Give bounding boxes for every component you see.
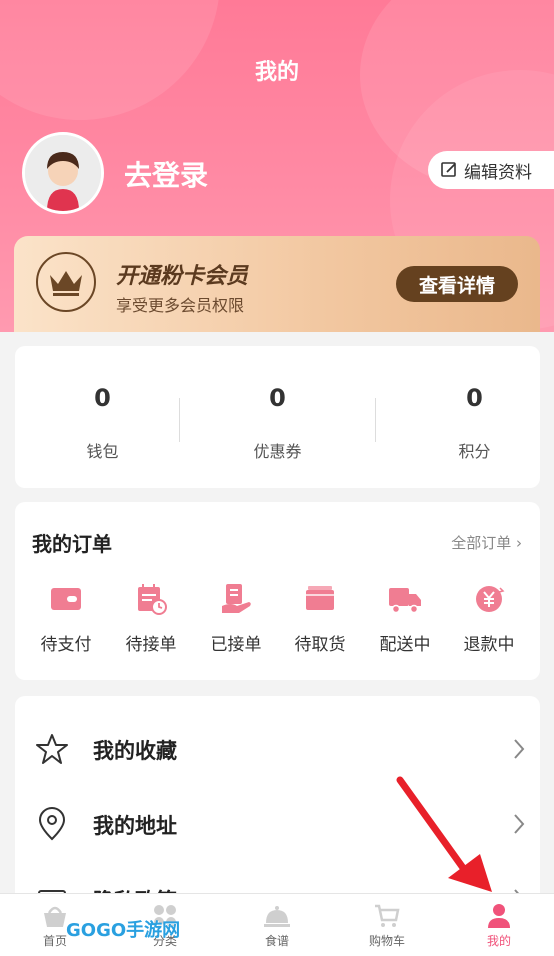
divider — [375, 398, 376, 442]
cloche-icon — [264, 906, 290, 927]
tab-profile[interactable]: 我的 — [444, 894, 554, 956]
order-accepted[interactable]: 已接单 — [194, 582, 278, 655]
order-awaiting-pickup[interactable]: 待取货 — [278, 582, 362, 655]
package-icon — [306, 586, 334, 610]
divider — [179, 398, 180, 442]
menu-label: 我的地址 — [93, 814, 177, 838]
order-refunding[interactable]: 退款中 — [447, 582, 531, 655]
refund-yen-icon — [476, 586, 505, 612]
stat-label: 优惠券 — [253, 442, 302, 461]
order-delivering[interactable]: 配送中 — [363, 582, 447, 655]
order-pending-payment[interactable]: 待支付 — [24, 582, 108, 655]
hand-receipt-icon — [222, 584, 251, 613]
tab-label: 我的 — [486, 934, 511, 948]
truck-icon — [389, 588, 421, 614]
annotation-arrow-icon — [396, 776, 492, 892]
stat-value: 0 — [94, 384, 111, 412]
chevron-right-icon — [514, 739, 525, 759]
crown-icon — [36, 252, 96, 312]
stat-wallet[interactable]: 0 钱包 — [15, 346, 190, 488]
basket-icon — [44, 906, 66, 927]
orders-card: 我的订单 全部订单 › 待支付 待接单 已接单 待取货 配送中 退款中 — [15, 502, 540, 680]
edit-profile-button[interactable]: 编辑资料 — [428, 151, 554, 189]
menu-label: 我的收藏 — [93, 739, 177, 763]
vip-details-button[interactable]: 查看详情 — [396, 266, 518, 302]
profile-header: 我的 去登录 编辑资料 开通粉卡会员 享受更多会员权限 查看详情 — [0, 0, 554, 332]
tab-label: 购物车 — [368, 934, 405, 948]
stats-card: 0 钱包 0 优惠券 0 积分 — [15, 346, 540, 488]
stat-value: 0 — [269, 384, 286, 412]
vip-subtitle: 享受更多会员权限 — [116, 296, 245, 315]
stat-points[interactable]: 0 积分 — [387, 346, 554, 488]
chevron-right-icon — [514, 814, 525, 834]
menu-item-favorites[interactable]: 我的收藏 — [15, 718, 540, 778]
orders-title: 我的订单 — [32, 532, 112, 556]
avatar[interactable] — [22, 132, 104, 214]
order-label: 已接单 — [210, 635, 262, 655]
calendar-clock-icon — [138, 584, 167, 615]
stat-label: 积分 — [458, 442, 491, 461]
star-icon — [36, 734, 68, 764]
order-awaiting-accept[interactable]: 待接单 — [109, 582, 193, 655]
edit-profile-label: 编辑资料 — [464, 162, 532, 183]
stat-value: 0 — [466, 384, 483, 412]
tab-label: 食谱 — [264, 934, 289, 948]
tab-recipes[interactable]: 食谱 — [222, 894, 332, 956]
vip-title: 开通粉卡会员 — [116, 264, 249, 289]
login-link[interactable]: 去登录 — [124, 154, 208, 194]
location-pin-icon — [38, 807, 66, 841]
stat-label: 钱包 — [86, 442, 119, 461]
order-label: 配送中 — [379, 635, 431, 655]
page-title: 我的 — [254, 60, 299, 85]
order-label: 待取货 — [294, 635, 346, 655]
stat-coupons[interactable]: 0 优惠券 — [190, 346, 365, 488]
cart-icon — [375, 904, 400, 927]
vip-banner[interactable]: 开通粉卡会员 享受更多会员权限 查看详情 — [14, 236, 540, 332]
user-icon — [488, 904, 510, 928]
tab-cart[interactable]: 购物车 — [332, 894, 442, 956]
order-label: 待支付 — [40, 635, 92, 655]
order-label: 待接单 — [125, 635, 177, 655]
all-orders-link[interactable]: 全部订单 › — [451, 532, 522, 553]
watermark-logo: GOGO手游网 — [66, 920, 181, 941]
order-label: 退款中 — [463, 635, 515, 655]
edit-icon — [441, 162, 456, 177]
wallet-icon — [51, 588, 81, 610]
